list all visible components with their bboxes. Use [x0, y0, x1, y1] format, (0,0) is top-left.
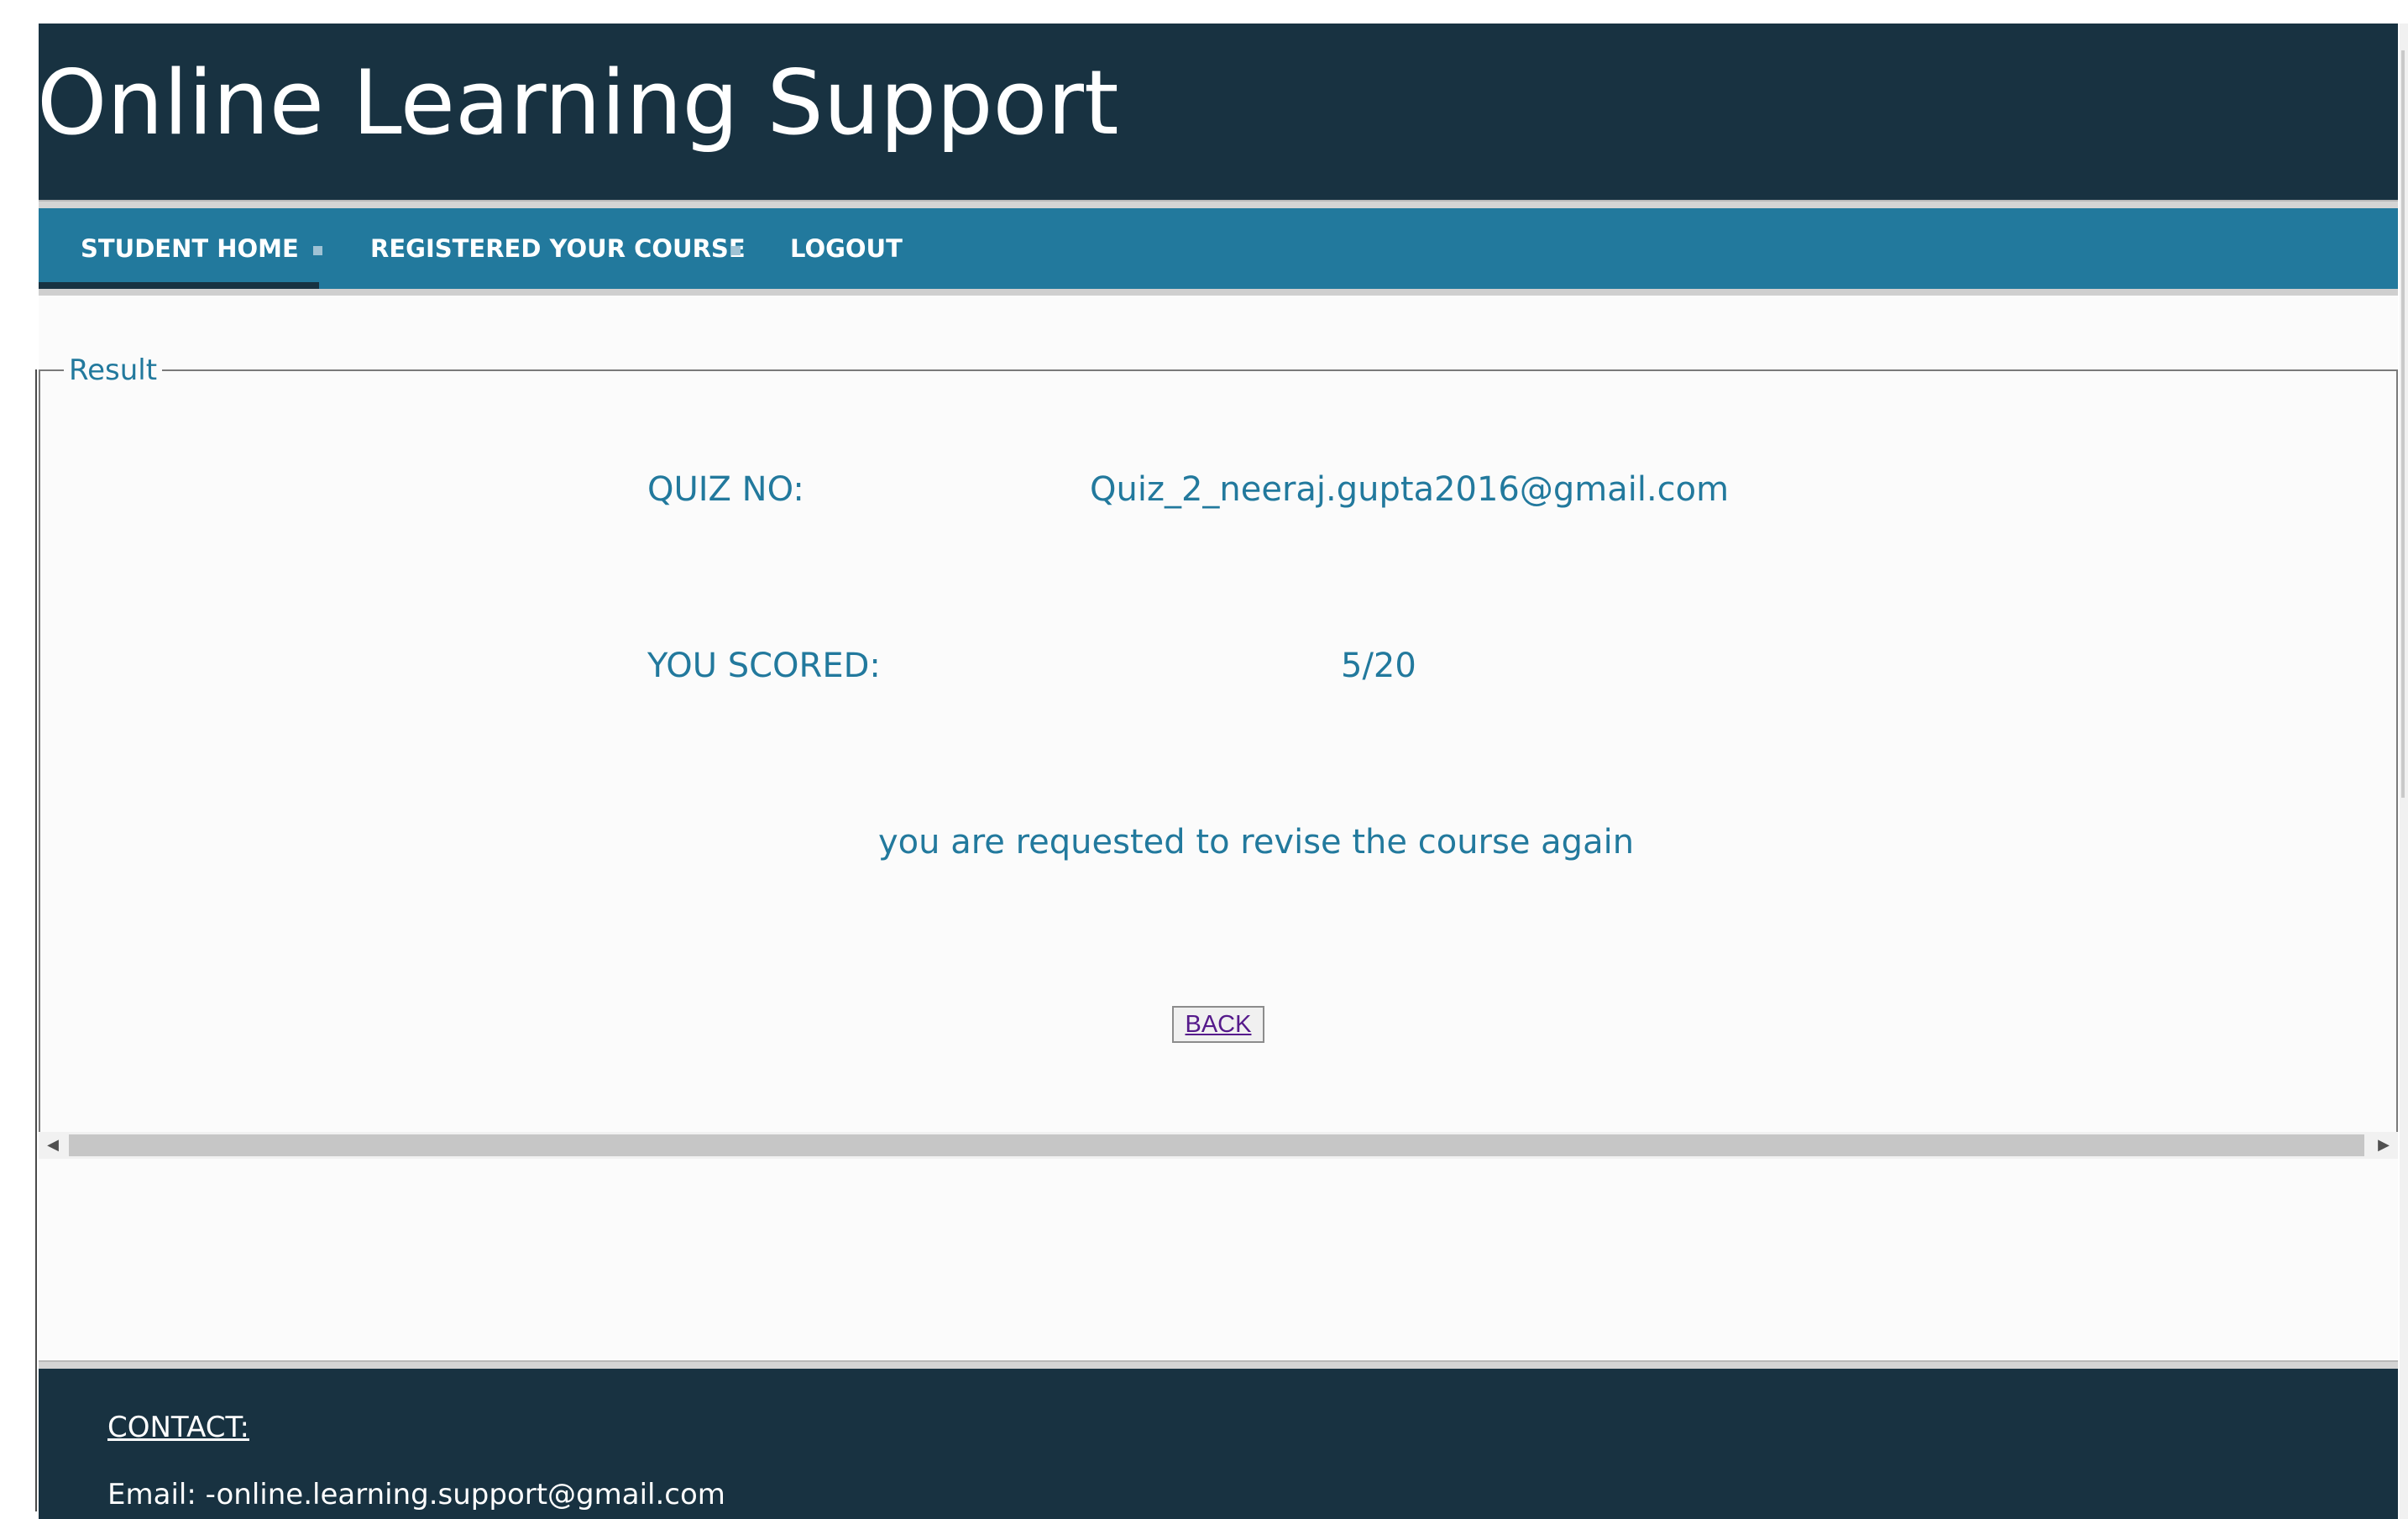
content-left-border — [35, 369, 37, 1511]
nav-item-logout[interactable]: LOGOUT — [790, 208, 903, 289]
nav-separator — [313, 246, 322, 255]
score-label: YOU SCORED: — [647, 647, 881, 685]
quiz-number-value: Quiz_2_neeraj.gupta2016@gmail.com — [1090, 470, 1730, 509]
arrow-left-icon[interactable]: ◀ — [42, 1132, 64, 1159]
nav-item-registered-course[interactable]: REGISTERED YOUR COURSE — [370, 208, 746, 289]
arrow-right-icon[interactable]: ▶ — [2373, 1132, 2395, 1159]
site-footer: CONTACT: Email: -online.learning.support… — [39, 1369, 2398, 1519]
vertical-scrollbar-thumb[interactable] — [2401, 50, 2405, 798]
page-frame: Online Learning Support STUDENT HOME REG… — [37, 24, 2398, 1519]
score-value: 5/20 — [1341, 647, 1416, 685]
nav-divider — [39, 289, 2398, 296]
horizontal-scrollbar[interactable]: ◀ ▶ — [39, 1132, 2398, 1159]
main-nav: STUDENT HOME REGISTERED YOUR COURSE LOGO… — [39, 208, 2398, 289]
result-legend: Result — [64, 354, 163, 387]
nav-separator — [731, 246, 741, 255]
contact-email: Email: -online.learning.support@gmail.co… — [107, 1478, 725, 1511]
nav-item-student-home[interactable]: STUDENT HOME — [81, 208, 299, 289]
quiz-number-label: QUIZ NO: — [647, 470, 804, 509]
back-button[interactable]: BACK — [1172, 1006, 1264, 1043]
site-header: Online Learning Support — [37, 24, 2398, 200]
site-title: Online Learning Support — [37, 51, 1119, 155]
scrollbar-thumb[interactable] — [69, 1134, 2364, 1156]
contact-heading: CONTACT: — [107, 1411, 249, 1444]
footer-divider — [39, 1360, 2398, 1369]
header-divider — [39, 200, 2398, 208]
result-message: you are requested to revise the course a… — [878, 823, 1635, 862]
